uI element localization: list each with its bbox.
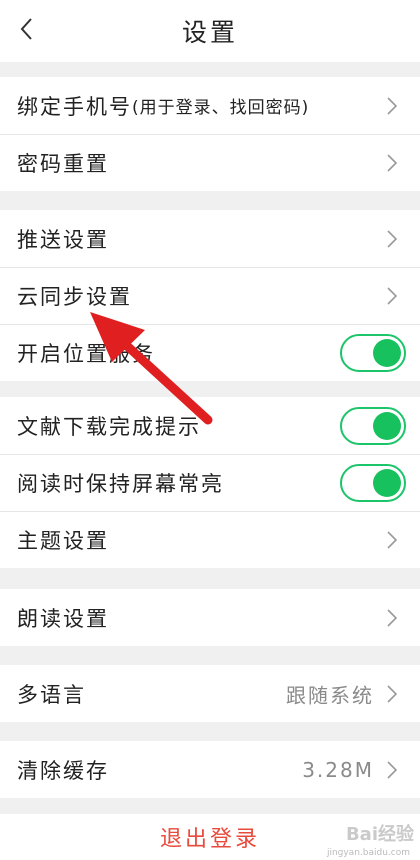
settings-item-screen-on: 阅读时保持屏幕常亮 <box>0 454 420 511</box>
chevron-right-icon <box>387 684 398 703</box>
settings-item-label: 多语言 <box>17 682 86 707</box>
settings-item-theme[interactable]: 主题设置 <box>0 511 420 568</box>
settings-group-cache: 清除缓存 3.28M <box>0 741 420 798</box>
toggle-knob <box>373 411 401 440</box>
settings-group-language: 多语言 跟随系统 <box>0 665 420 722</box>
settings-item-cloud-sync[interactable]: 云同步设置 <box>0 267 420 324</box>
header: 设置 <box>0 0 420 62</box>
settings-item-label: 清除缓存 <box>17 758 109 783</box>
logout-label: 退出登录 <box>159 827 260 852</box>
toggle-knob <box>373 469 401 497</box>
settings-item-label: 云同步设置 <box>17 285 132 309</box>
chevron-right-icon <box>387 760 398 779</box>
settings-item-sublabel: (用于登录、找回密码) <box>132 98 310 118</box>
language-value: 跟随系统 <box>286 683 374 707</box>
location-toggle[interactable] <box>340 334 406 372</box>
settings-item-label: 推送设置 <box>17 227 109 252</box>
settings-item-location: 开启位置服务 <box>0 324 420 381</box>
chevron-right-icon <box>387 229 398 248</box>
chevron-right-icon <box>387 287 398 305</box>
chevron-right-icon <box>387 96 398 115</box>
settings-item-download-notice: 文献下载完成提示 <box>0 397 420 454</box>
settings-item-clear-cache[interactable]: 清除缓存 3.28M <box>0 741 420 798</box>
back-button[interactable] <box>14 14 38 44</box>
settings-item-label: 阅读时保持屏幕常亮 <box>17 472 224 496</box>
settings-item-label: 密码重置 <box>17 152 109 176</box>
settings-group-read-aloud: 朗读设置 <box>0 589 420 646</box>
settings-item-label: 主题设置 <box>17 529 109 553</box>
screen-on-toggle[interactable] <box>340 464 406 502</box>
cache-size-value: 3.28M <box>302 757 374 782</box>
settings-item-label: 文献下载完成提示 <box>17 414 201 439</box>
settings-item-label: 绑定手机号 <box>17 94 132 119</box>
settings-item-read-aloud[interactable]: 朗读设置 <box>0 589 420 646</box>
watermark-url: jingyan.baidu.com <box>326 848 410 858</box>
settings-item-label: 朗读设置 <box>17 606 109 631</box>
toggle-knob <box>373 339 401 367</box>
settings-item-push[interactable]: 推送设置 <box>0 210 420 267</box>
settings-group-reading: 文献下载完成提示 阅读时保持屏幕常亮 主题设置 <box>0 397 420 568</box>
chevron-left-icon <box>20 18 32 40</box>
watermark: Bai经验 <box>345 824 414 845</box>
settings-group-account: 绑定手机号 (用于登录、找回密码) 密码重置 <box>0 77 420 191</box>
settings-item-bind-phone[interactable]: 绑定手机号 (用于登录、找回密码) <box>0 77 420 134</box>
settings-item-language[interactable]: 多语言 跟随系统 <box>0 665 420 722</box>
chevron-right-icon <box>387 154 398 172</box>
page-title: 设置 <box>181 18 238 47</box>
settings-item-password-reset[interactable]: 密码重置 <box>0 134 420 191</box>
chevron-right-icon <box>387 608 398 627</box>
chevron-right-icon <box>387 531 398 549</box>
download-notice-toggle[interactable] <box>340 406 406 445</box>
settings-item-label: 开启位置服务 <box>17 342 155 366</box>
settings-group-sync: 推送设置 云同步设置 开启位置服务 <box>0 210 420 381</box>
